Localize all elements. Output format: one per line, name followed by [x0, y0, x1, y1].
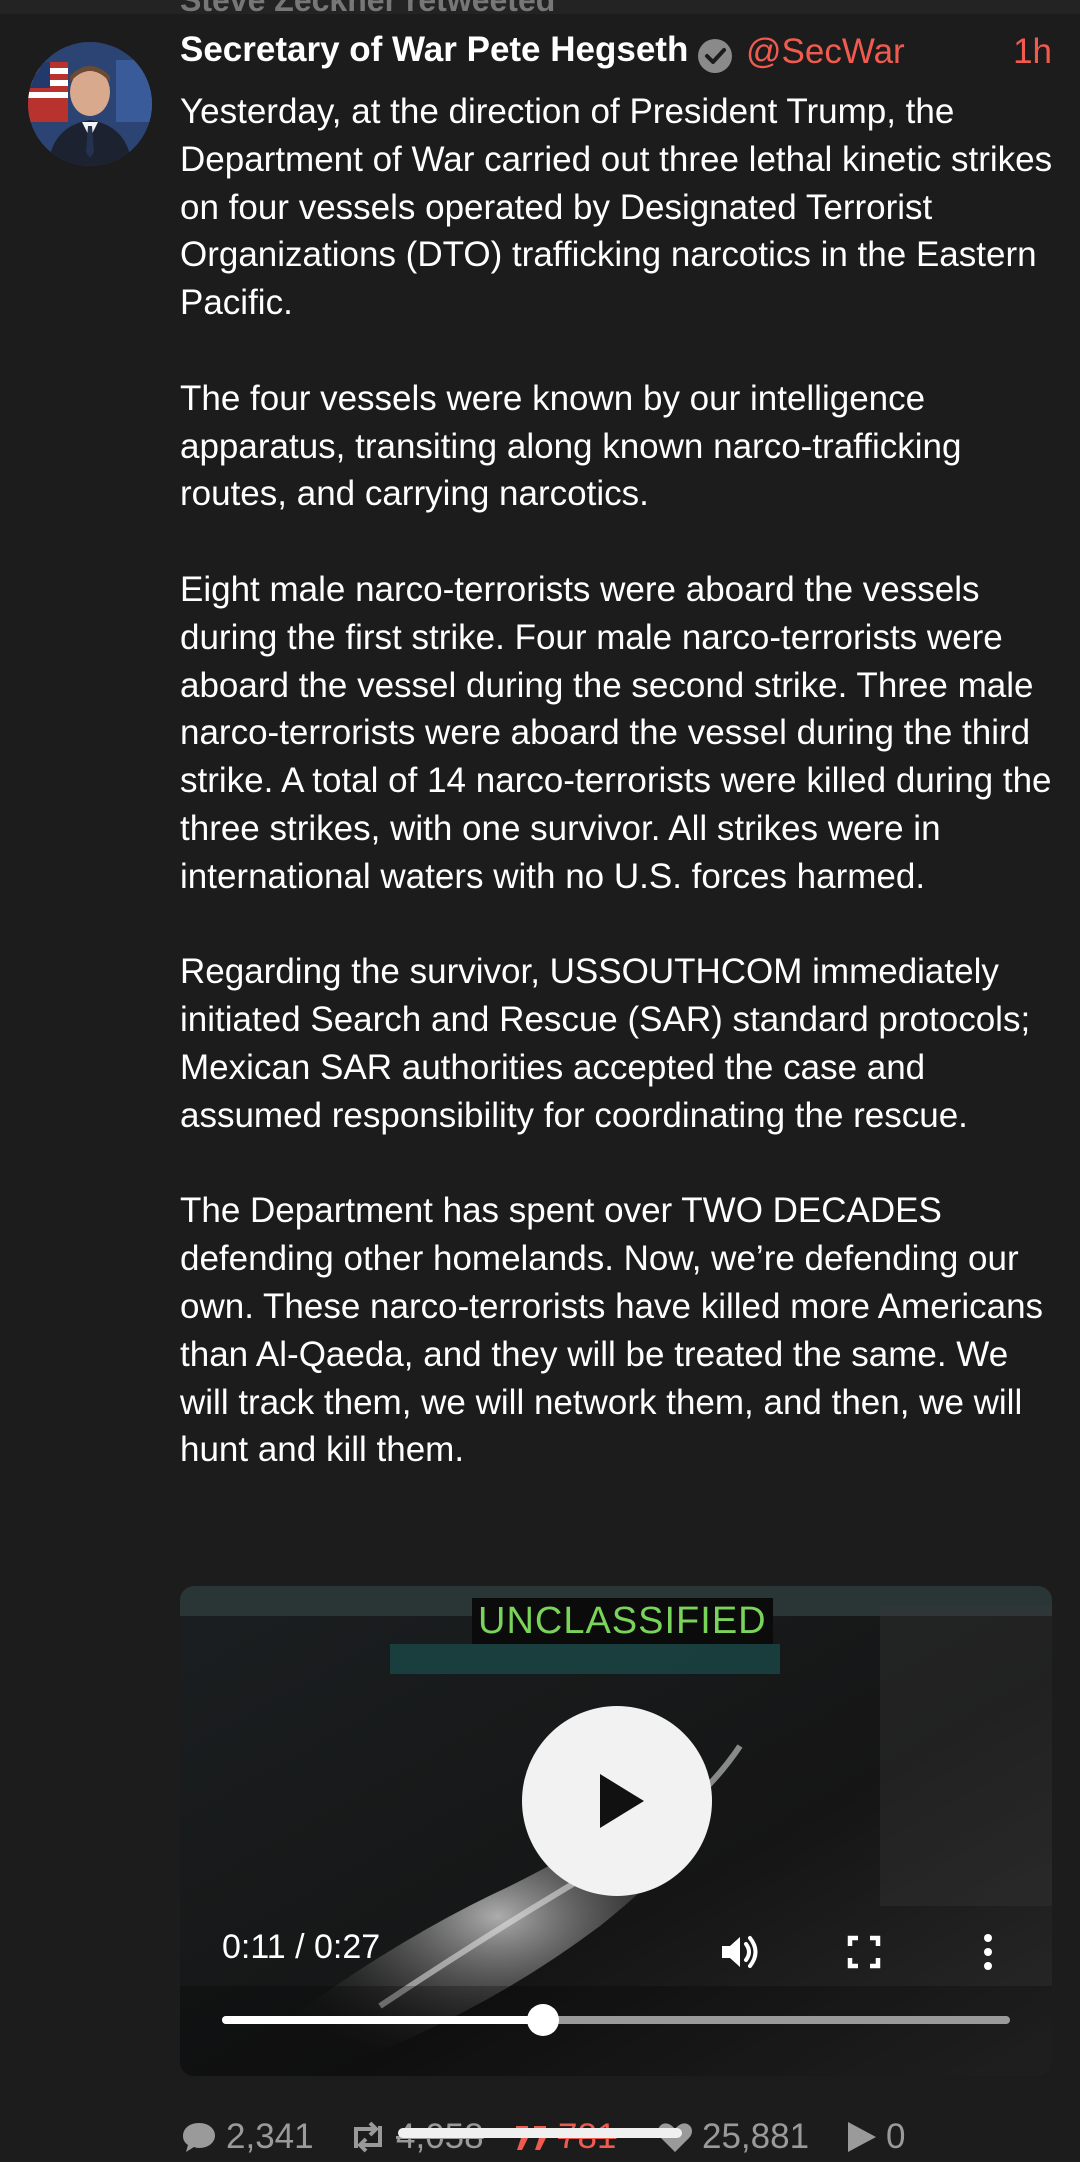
- plays-count: 0: [886, 2117, 906, 2156]
- post-time[interactable]: 1h: [1013, 32, 1052, 72]
- home-indicator[interactable]: [398, 2128, 682, 2138]
- author-name[interactable]: Secretary of War Pete Hegseth: [180, 30, 688, 70]
- retweet-label: Steve Zeckner retweeted: [180, 0, 555, 14]
- repost-icon: [354, 2121, 382, 2153]
- author-handle[interactable]: @SecWar: [746, 32, 905, 72]
- post-paragraph: The Department has spent over TWO DECADE…: [180, 1191, 1044, 1470]
- reply-button[interactable]: 2,341: [180, 2112, 314, 2162]
- video-player[interactable]: UNCLASSIFIED 0:11 / 0:27: [180, 1586, 1052, 2076]
- video-progress-handle[interactable]: [527, 2004, 560, 2036]
- play-button[interactable]: [522, 1706, 712, 1896]
- reply-count: 2,341: [226, 2117, 314, 2156]
- fullscreen-icon[interactable]: [840, 1928, 888, 1976]
- video-progress-bar[interactable]: [222, 2004, 1010, 2036]
- video-time: 0:11 / 0:27: [222, 1928, 381, 1966]
- verified-badge-icon: [696, 37, 734, 75]
- avatar-image: [28, 42, 152, 166]
- post-paragraph: Yesterday, at the direction of President…: [180, 92, 1053, 323]
- video-progress-fill: [222, 2016, 544, 2024]
- plays-button[interactable]: 0: [844, 2112, 905, 2162]
- plays-icon: [848, 2122, 876, 2152]
- video-overlay-label: UNCLASSIFIED: [472, 1598, 773, 1644]
- retweet-banner: Steve Zeckner retweeted: [0, 0, 1080, 14]
- post-paragraph: The four vessels were known by our intel…: [180, 378, 962, 514]
- post-paragraph: Regarding the survivor, USSOUTHCOM immed…: [180, 952, 1031, 1135]
- volume-icon[interactable]: [716, 1928, 764, 1976]
- post-paragraph: Eight male narco-terrorists were aboard …: [180, 569, 1052, 896]
- more-vert-icon[interactable]: [964, 1928, 1012, 1976]
- reply-icon: [183, 2123, 215, 2152]
- play-icon: [600, 1774, 644, 1828]
- avatar[interactable]: [28, 42, 152, 166]
- post-body: Yesterday, at the direction of President…: [180, 88, 1060, 1522]
- like-count: 25,881: [702, 2117, 810, 2156]
- post-header: Secretary of War Pete Hegseth @SecWar 1h: [180, 30, 1060, 82]
